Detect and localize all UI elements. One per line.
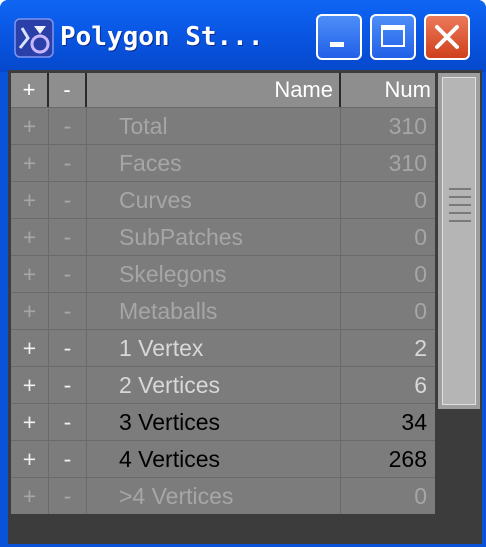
maximize-button[interactable] <box>370 14 416 60</box>
table-row[interactable]: + -2 Vertices 6 <box>11 366 435 403</box>
row-minus-button[interactable]: - <box>49 256 87 292</box>
row-plus-button[interactable]: + <box>11 478 49 514</box>
row-plus-button[interactable]: + <box>11 145 49 181</box>
row-num: 268 <box>388 446 427 472</box>
header-num-column[interactable]: Num <box>341 73 435 107</box>
row-name: Metaballs <box>87 293 341 329</box>
row-plus-button[interactable]: + <box>11 108 49 144</box>
close-button[interactable] <box>424 14 470 60</box>
row-name: Faces <box>87 145 341 181</box>
table-row[interactable]: + -1 Vertex 2 <box>11 329 435 366</box>
row-minus-button[interactable]: - <box>49 108 87 144</box>
row-minus-button[interactable]: - <box>49 367 87 403</box>
table-row[interactable]: + - Metaballs 0 <box>11 292 435 329</box>
row-plus-button[interactable]: + <box>11 293 49 329</box>
row-num: 0 <box>414 261 427 287</box>
table-row[interactable]: + -4 Vertices 268 <box>11 440 435 477</box>
row-num: 310 <box>388 150 427 176</box>
row-plus-button[interactable]: + <box>11 330 49 366</box>
row-name: Curves <box>87 182 341 218</box>
grip-line <box>449 204 471 206</box>
row-name: >4 Vertices <box>87 478 341 514</box>
row-name: SubPatches <box>87 219 341 255</box>
table-row[interactable]: + - SubPatches 0 <box>11 218 435 255</box>
polygon-statistics-window: Polygon St... + - Name Num + - Total 310 + - F… <box>0 0 486 547</box>
grip-line <box>449 220 471 222</box>
row-num: 310 <box>388 113 427 139</box>
row-name: Skelegons <box>87 256 341 292</box>
row-name: Total <box>87 108 341 144</box>
close-icon <box>435 25 459 49</box>
table-row[interactable]: + - Skelegons 0 <box>11 255 435 292</box>
maximize-icon <box>381 25 405 47</box>
row-num: 0 <box>414 187 427 213</box>
row-minus-button[interactable]: - <box>49 441 87 477</box>
minimize-button[interactable] <box>316 14 362 60</box>
header-name-column[interactable]: Name <box>87 73 341 107</box>
header-plus-button[interactable]: + <box>11 73 49 107</box>
row-minus-button[interactable]: - <box>49 293 87 329</box>
row-plus-button[interactable]: + <box>11 256 49 292</box>
client-area: + - Name Num + - Total 310 + - Faces 310 + - Curve… <box>8 70 482 544</box>
statistics-table: + - Name Num + - Total 310 + - Faces 310 + - Curve… <box>11 73 435 539</box>
window-title: Polygon St... <box>60 22 264 52</box>
table-row[interactable]: + - Curves 0 <box>11 181 435 218</box>
table-header: + - Name Num <box>11 73 435 107</box>
row-plus-button[interactable]: + <box>11 441 49 477</box>
grip-line <box>449 196 471 198</box>
row-num: 6 <box>414 372 427 398</box>
row-num: 34 <box>401 409 427 435</box>
table-row[interactable]: + - Total 310 <box>11 107 435 144</box>
table-row[interactable]: + -3 Vertices 34 <box>11 403 435 440</box>
row-name: 3 Vertices <box>87 404 341 440</box>
row-num: 0 <box>414 483 427 509</box>
row-num: 0 <box>414 298 427 324</box>
scrollbar-thumb[interactable] <box>442 77 476 405</box>
row-name: 4 Vertices <box>87 441 341 477</box>
row-minus-button[interactable]: - <box>49 478 87 514</box>
grip-line <box>449 188 471 190</box>
minimize-icon <box>330 42 344 47</box>
title-bar[interactable]: Polygon St... <box>0 0 486 72</box>
row-minus-button[interactable]: - <box>49 145 87 181</box>
row-name: 1 Vertex <box>87 330 341 366</box>
row-plus-button[interactable]: + <box>11 219 49 255</box>
row-plus-button[interactable]: + <box>11 182 49 218</box>
app-icon[interactable] <box>14 18 54 58</box>
row-num: 0 <box>414 224 427 250</box>
header-minus-button[interactable]: - <box>49 73 87 107</box>
table-row[interactable]: + - Faces 310 <box>11 144 435 181</box>
grip-line <box>449 212 471 214</box>
row-name: 2 Vertices <box>87 367 341 403</box>
vertical-scrollbar[interactable] <box>438 73 480 539</box>
row-minus-button[interactable]: - <box>49 330 87 366</box>
row-plus-button[interactable]: + <box>11 367 49 403</box>
scrollbar-track[interactable] <box>438 73 480 409</box>
row-plus-button[interactable]: + <box>11 404 49 440</box>
row-minus-button[interactable]: - <box>49 182 87 218</box>
row-minus-button[interactable]: - <box>49 219 87 255</box>
row-minus-button[interactable]: - <box>49 404 87 440</box>
table-row[interactable]: + - >4 Vertices 0 <box>11 477 435 514</box>
row-num: 2 <box>414 335 427 361</box>
